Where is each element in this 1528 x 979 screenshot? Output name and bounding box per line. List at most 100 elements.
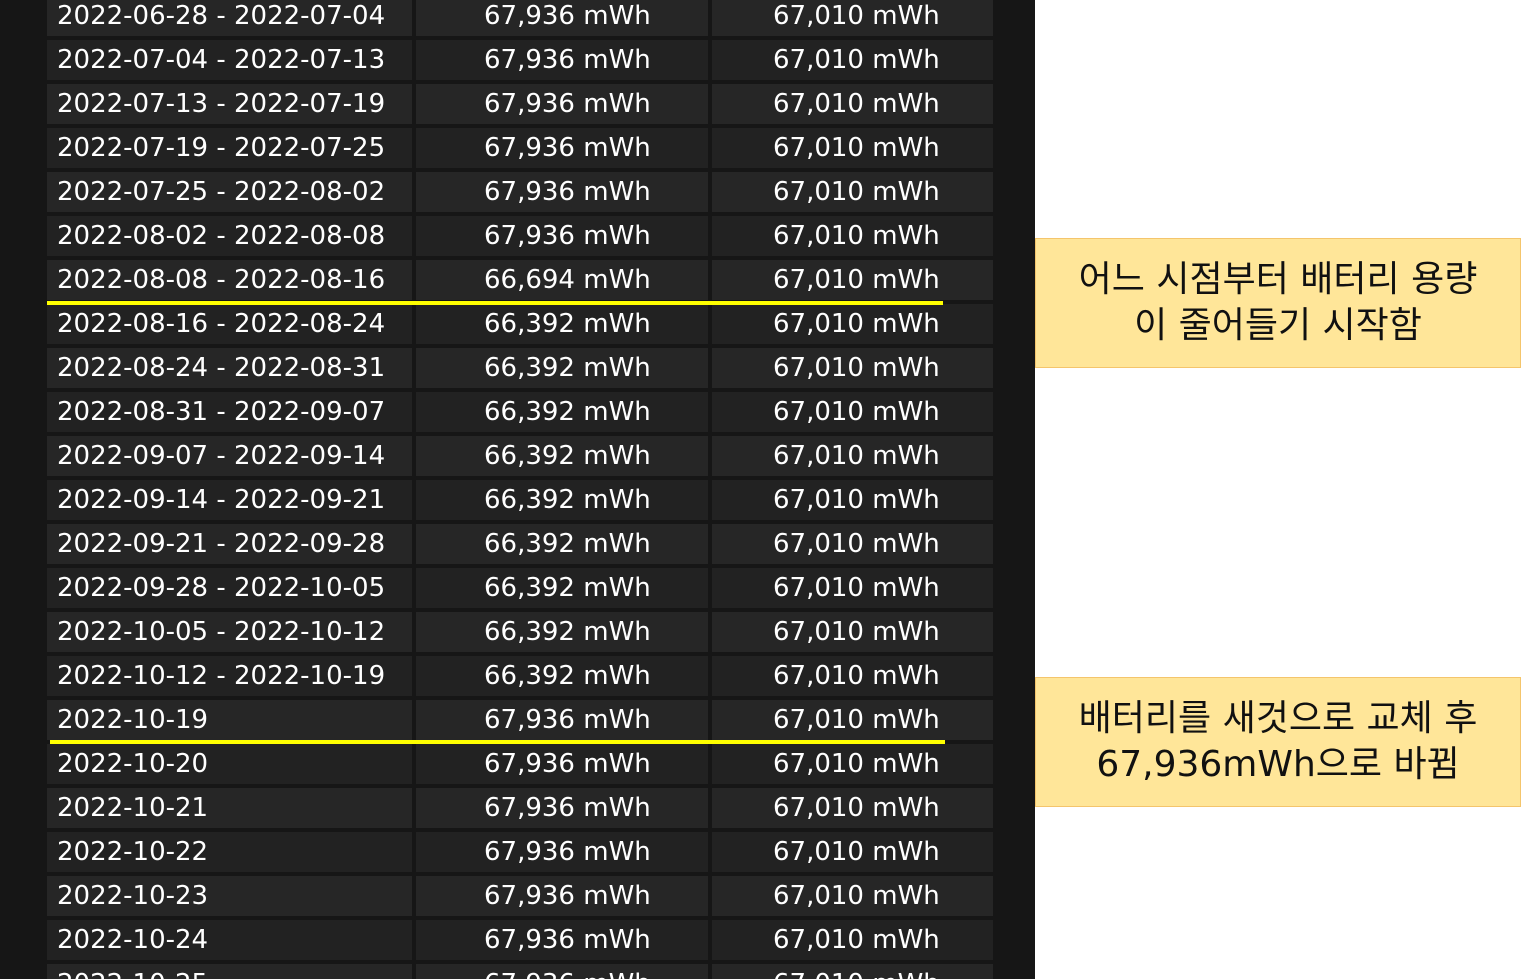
table-row: 2022-09-07 - 2022-09-14 66,392 mWh 67,010 … xyxy=(0,436,1035,480)
period-cell: 2022-10-20 xyxy=(47,744,412,784)
period-cell: 2022-09-14 - 2022-09-21 xyxy=(47,480,412,520)
design-capacity-cell: 67,010 mWh xyxy=(712,40,993,80)
design-capacity-cell: 67,010 mWh xyxy=(712,216,993,256)
full-charge-capacity-cell: 66,392 mWh xyxy=(416,392,708,432)
period-cell: 2022-08-31 - 2022-09-07 xyxy=(47,392,412,432)
design-capacity-cell: 67,010 mWh xyxy=(712,480,993,520)
period-cell: 2022-09-07 - 2022-09-14 xyxy=(47,436,412,476)
table-row: 2022-10-22 67,936 mWh 67,010 mWh xyxy=(0,832,1035,876)
design-capacity-cell: 67,010 mWh xyxy=(712,744,993,784)
full-charge-capacity-cell: 66,392 mWh xyxy=(416,480,708,520)
full-charge-capacity-cell: 66,392 mWh xyxy=(416,304,708,344)
period-cell: 2022-10-25 xyxy=(47,964,412,979)
period-cell: 2022-10-24 xyxy=(47,920,412,960)
design-capacity-cell: 67,010 mWh xyxy=(712,128,993,168)
design-capacity-cell: 67,010 mWh xyxy=(712,436,993,476)
full-charge-capacity-cell: 66,392 mWh xyxy=(416,524,708,564)
table-row: 2022-07-19 - 2022-07-25 67,936 mWh 67,010 … xyxy=(0,128,1035,172)
full-charge-capacity-cell: 66,694 mWh xyxy=(416,260,708,300)
period-cell: 2022-08-16 - 2022-08-24 xyxy=(47,304,412,344)
design-capacity-cell: 67,010 mWh xyxy=(712,788,993,828)
full-charge-capacity-cell: 66,392 mWh xyxy=(416,612,708,652)
period-cell: 2022-08-24 - 2022-08-31 xyxy=(47,348,412,388)
design-capacity-cell: 67,010 mWh xyxy=(712,304,993,344)
table-row: 2022-08-02 - 2022-08-08 67,936 mWh 67,010 … xyxy=(0,216,1035,260)
design-capacity-cell: 67,010 mWh xyxy=(712,920,993,960)
table-row: 2022-09-28 - 2022-10-05 66,392 mWh 67,010 … xyxy=(0,568,1035,612)
table-row: 2022-10-23 67,936 mWh 67,010 mWh xyxy=(0,876,1035,920)
full-charge-capacity-cell: 67,936 mWh xyxy=(416,876,708,916)
period-cell: 2022-09-21 - 2022-09-28 xyxy=(47,524,412,564)
table-row: 2022-10-05 - 2022-10-12 66,392 mWh 67,010 … xyxy=(0,612,1035,656)
table-row: 2022-09-21 - 2022-09-28 66,392 mWh 67,010 … xyxy=(0,524,1035,568)
table-row: 2022-08-08 - 2022-08-16 66,694 mWh 67,010 … xyxy=(0,260,1035,304)
capacity-drop-marker-line xyxy=(47,301,943,305)
period-cell: 2022-07-19 - 2022-07-25 xyxy=(47,128,412,168)
capacity-drop-callout-line1: 어느 시점부터 배터리 용량 xyxy=(1078,259,1478,300)
table-row: 2022-07-25 - 2022-08-02 67,936 mWh 67,010 … xyxy=(0,172,1035,216)
full-charge-capacity-cell: 67,936 mWh xyxy=(416,128,708,168)
full-charge-capacity-cell: 66,392 mWh xyxy=(416,348,708,388)
capacity-drop-callout: 어느 시점부터 배터리 용량 이 줄어들기 시작함 xyxy=(1035,238,1521,368)
period-cell: 2022-09-28 - 2022-10-05 xyxy=(47,568,412,608)
design-capacity-cell: 67,010 mWh xyxy=(712,656,993,696)
period-cell: 2022-07-13 - 2022-07-19 xyxy=(47,84,412,124)
full-charge-capacity-cell: 66,392 mWh xyxy=(416,436,708,476)
table-row: 2022-08-24 - 2022-08-31 66,392 mWh 67,010 … xyxy=(0,348,1035,392)
full-charge-capacity-cell: 67,936 mWh xyxy=(416,84,708,124)
design-capacity-cell: 67,010 mWh xyxy=(712,260,993,300)
design-capacity-cell: 67,010 mWh xyxy=(712,172,993,212)
full-charge-capacity-cell: 67,936 mWh xyxy=(416,832,708,872)
battery-replaced-marker-line xyxy=(50,740,945,744)
table-row: 2022-06-28 - 2022-07-04 67,936 mWh 67,010 … xyxy=(0,0,1035,40)
table-row: 2022-07-13 - 2022-07-19 67,936 mWh 67,010 … xyxy=(0,84,1035,128)
battery-capacity-history-table: 2022-06-28 - 2022-07-04 67,936 mWh 67,010 … xyxy=(0,0,1035,979)
full-charge-capacity-cell: 66,392 mWh xyxy=(416,568,708,608)
full-charge-capacity-cell: 67,936 mWh xyxy=(416,40,708,80)
full-charge-capacity-cell: 67,936 mWh xyxy=(416,744,708,784)
design-capacity-cell: 67,010 mWh xyxy=(712,0,993,36)
design-capacity-cell: 67,010 mWh xyxy=(712,612,993,652)
full-charge-capacity-cell: 67,936 mWh xyxy=(416,964,708,979)
period-cell: 2022-06-28 - 2022-07-04 xyxy=(47,0,412,36)
period-cell: 2022-10-12 - 2022-10-19 xyxy=(47,656,412,696)
battery-replaced-callout: 배터리를 새것으로 교체 후 67,936mWh으로 바뀜 xyxy=(1035,677,1521,807)
period-cell: 2022-10-05 - 2022-10-12 xyxy=(47,612,412,652)
full-charge-capacity-cell: 67,936 mWh xyxy=(416,0,708,36)
design-capacity-cell: 67,010 mWh xyxy=(712,876,993,916)
period-cell: 2022-10-22 xyxy=(47,832,412,872)
table-row: 2022-08-16 - 2022-08-24 66,392 mWh 67,010 … xyxy=(0,304,1035,348)
period-cell: 2022-10-19 xyxy=(47,700,412,740)
period-cell: 2022-07-04 - 2022-07-13 xyxy=(47,40,412,80)
table-row: 2022-10-20 67,936 mWh 67,010 mWh xyxy=(0,744,1035,788)
full-charge-capacity-cell: 67,936 mWh xyxy=(416,920,708,960)
full-charge-capacity-cell: 66,392 mWh xyxy=(416,656,708,696)
table-row: 2022-10-24 67,936 mWh 67,010 mWh xyxy=(0,920,1035,964)
full-charge-capacity-cell: 67,936 mWh xyxy=(416,788,708,828)
battery-replaced-callout-line2: 67,936mWh으로 바뀜 xyxy=(1096,744,1460,785)
design-capacity-cell: 67,010 mWh xyxy=(712,700,993,740)
table-row: 2022-07-04 - 2022-07-13 67,936 mWh 67,010 … xyxy=(0,40,1035,84)
design-capacity-cell: 67,010 mWh xyxy=(712,348,993,388)
table-row: 2022-08-31 - 2022-09-07 66,392 mWh 67,010 … xyxy=(0,392,1035,436)
period-cell: 2022-07-25 - 2022-08-02 xyxy=(47,172,412,212)
design-capacity-cell: 67,010 mWh xyxy=(712,524,993,564)
design-capacity-cell: 67,010 mWh xyxy=(712,832,993,872)
table-row: 2022-10-21 67,936 mWh 67,010 mWh xyxy=(0,788,1035,832)
capacity-drop-callout-line2: 이 줄어들기 시작함 xyxy=(1134,305,1422,346)
full-charge-capacity-cell: 67,936 mWh xyxy=(416,216,708,256)
full-charge-capacity-cell: 67,936 mWh xyxy=(416,172,708,212)
design-capacity-cell: 67,010 mWh xyxy=(712,568,993,608)
table-row: 2022-10-19 67,936 mWh 67,010 mWh xyxy=(0,700,1035,744)
full-charge-capacity-cell: 67,936 mWh xyxy=(416,700,708,740)
table-row: 2022-10-25 67,936 mWh 67,010 mWh xyxy=(0,964,1035,979)
battery-replaced-callout-line1: 배터리를 새것으로 교체 후 xyxy=(1078,698,1478,739)
design-capacity-cell: 67,010 mWh xyxy=(712,964,993,979)
design-capacity-cell: 67,010 mWh xyxy=(712,392,993,432)
period-cell: 2022-08-02 - 2022-08-08 xyxy=(47,216,412,256)
capacity-rows: 2022-06-28 - 2022-07-04 67,936 mWh 67,010 … xyxy=(0,0,1035,979)
table-row: 2022-10-12 - 2022-10-19 66,392 mWh 67,010 … xyxy=(0,656,1035,700)
period-cell: 2022-10-23 xyxy=(47,876,412,916)
period-cell: 2022-08-08 - 2022-08-16 xyxy=(47,260,412,300)
design-capacity-cell: 67,010 mWh xyxy=(712,84,993,124)
